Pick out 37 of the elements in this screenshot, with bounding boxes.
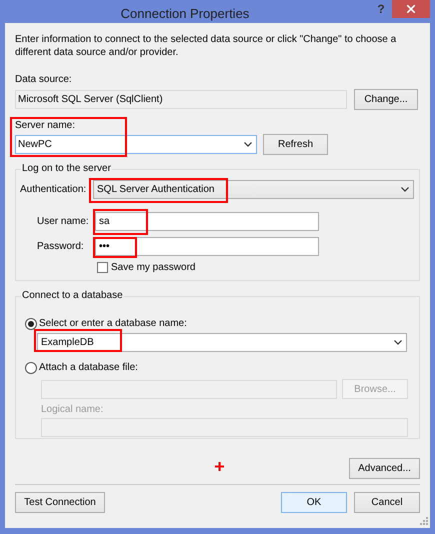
data-source-label: Data source: bbox=[15, 73, 73, 86]
dialog-button[interactable]: Test Connection bbox=[15, 492, 105, 513]
group-title: Log on to the server bbox=[21, 162, 112, 175]
close-button[interactable] bbox=[392, 0, 430, 18]
change-button[interactable]: Change... bbox=[354, 89, 418, 110]
logical-name-label: Logical name: bbox=[41, 403, 104, 416]
server-name-combo[interactable]: NewPC bbox=[15, 135, 257, 154]
user-name-label: User name: bbox=[36, 215, 90, 229]
highlight-box bbox=[93, 209, 148, 235]
resize-grip-icon bbox=[420, 517, 428, 525]
intro-text: Enter information to connect to the selected data source or click "Change" to choose a different data source and/or provider. bbox=[15, 33, 398, 59]
data-source-field: Microsoft SQL Server (SqlClient) bbox=[15, 90, 347, 109]
plus-icon bbox=[215, 462, 224, 471]
user-name-field[interactable]: sa bbox=[95, 212, 319, 231]
radio-label: Select or enter a database name: bbox=[39, 317, 187, 331]
server-name-label: Server name: bbox=[15, 119, 76, 132]
radio-button[interactable] bbox=[25, 318, 37, 330]
save-password-label: Save my password bbox=[111, 261, 196, 275]
caret-icon bbox=[401, 187, 409, 192]
dialog-button[interactable]: OK bbox=[281, 492, 347, 513]
authentication-label: Authentication: bbox=[20, 183, 88, 197]
highlight-box bbox=[93, 237, 137, 258]
caret-icon bbox=[394, 340, 402, 345]
help-button[interactable]: ? bbox=[370, 0, 392, 18]
radio-label: Attach a database file: bbox=[39, 361, 138, 375]
refresh-button[interactable]: Refresh bbox=[263, 134, 328, 155]
password-label: Password: bbox=[36, 240, 85, 254]
authentication-combo[interactable]: SQL Server Authentication bbox=[93, 180, 414, 199]
close-icon bbox=[407, 5, 415, 13]
save-password-checkbox[interactable] bbox=[97, 262, 108, 273]
database-name-combo[interactable]: ExampleDB bbox=[37, 333, 407, 352]
caret-icon bbox=[244, 142, 252, 147]
window-title: Connection Properties bbox=[120, 5, 250, 23]
advanced-button[interactable]: Advanced... bbox=[349, 458, 420, 479]
password-field[interactable]: ••• bbox=[95, 237, 319, 256]
dialog-button[interactable]: Cancel bbox=[354, 492, 420, 513]
radio-button[interactable] bbox=[25, 362, 37, 374]
